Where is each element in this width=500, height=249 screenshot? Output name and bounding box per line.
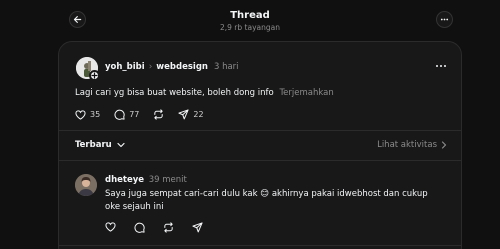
sort-bar: Terbaru Lihat aktivitas [75, 140, 447, 150]
reply-count: 77 [129, 110, 140, 119]
view-activity-link[interactable]: Lihat aktivitas [377, 140, 447, 150]
reply-button[interactable]: 77 [114, 109, 139, 120]
comment-icon [114, 109, 125, 120]
post-time: 3 hari [213, 62, 239, 72]
share-count: 22 [193, 110, 204, 119]
activity-label: Lihat aktivitas [377, 140, 437, 150]
more-horizontal-icon [436, 65, 446, 67]
reply-username[interactable]: dheteye [105, 175, 144, 185]
post-text: Lagi cari yg bisa buat website, boleh do… [75, 88, 274, 98]
header-more-button[interactable] [436, 11, 453, 28]
reply-comment-button[interactable] [134, 222, 145, 233]
reply-repost-button[interactable] [163, 222, 174, 233]
chevron-right-icon [441, 141, 447, 149]
repost-icon [154, 109, 164, 120]
share-button[interactable]: 22 [178, 109, 204, 120]
sort-dropdown[interactable]: Terbaru [75, 140, 125, 150]
post-more-button[interactable] [435, 62, 447, 70]
heart-icon [105, 222, 116, 232]
author-username[interactable]: yoh_bibi [105, 62, 145, 72]
divider [59, 245, 461, 246]
repost-icon [164, 222, 173, 233]
plus-icon [91, 72, 98, 79]
follow-button[interactable] [89, 70, 100, 81]
community-link[interactable]: webdesign [156, 62, 208, 72]
like-button[interactable]: 35 [75, 109, 100, 120]
more-horizontal-icon [440, 18, 449, 21]
reply-share-button[interactable] [192, 222, 203, 233]
post-body: Lagi cari yg bisa buat website, boleh do… [75, 88, 334, 98]
reply-header: dheteye 39 menit [105, 175, 187, 185]
like-count: 35 [90, 110, 101, 119]
page-title: Thread [230, 10, 270, 21]
reply-like-button[interactable] [105, 222, 116, 233]
divider [59, 160, 461, 161]
comment-icon [134, 222, 145, 233]
reply-actions [105, 222, 203, 233]
view-count: 2,9 rb tayangan [220, 23, 280, 32]
send-icon [178, 109, 189, 120]
thread-header: Thread 2,9 rb tayangan [0, 0, 500, 42]
thread-card: yoh_bibi › webdesign 3 hari Lagi cari yg… [58, 41, 462, 249]
post-header: yoh_bibi › webdesign 3 hari [105, 62, 239, 72]
translate-link[interactable]: Terjemahkan [279, 88, 333, 98]
chevron-down-icon [117, 142, 125, 148]
chevron-right-icon: › [148, 62, 153, 72]
reply-time: 39 menit [148, 175, 187, 185]
post-actions: 35 77 22 [75, 109, 218, 120]
sort-label: Terbaru [75, 140, 112, 150]
reply-text: Saya juga sempat cari-cari dulu kak 😊 ak… [105, 189, 428, 212]
heart-icon [75, 109, 86, 120]
send-icon [192, 222, 203, 233]
divider [59, 130, 461, 131]
reply-author-avatar[interactable] [75, 174, 97, 196]
repost-button[interactable] [153, 109, 164, 120]
